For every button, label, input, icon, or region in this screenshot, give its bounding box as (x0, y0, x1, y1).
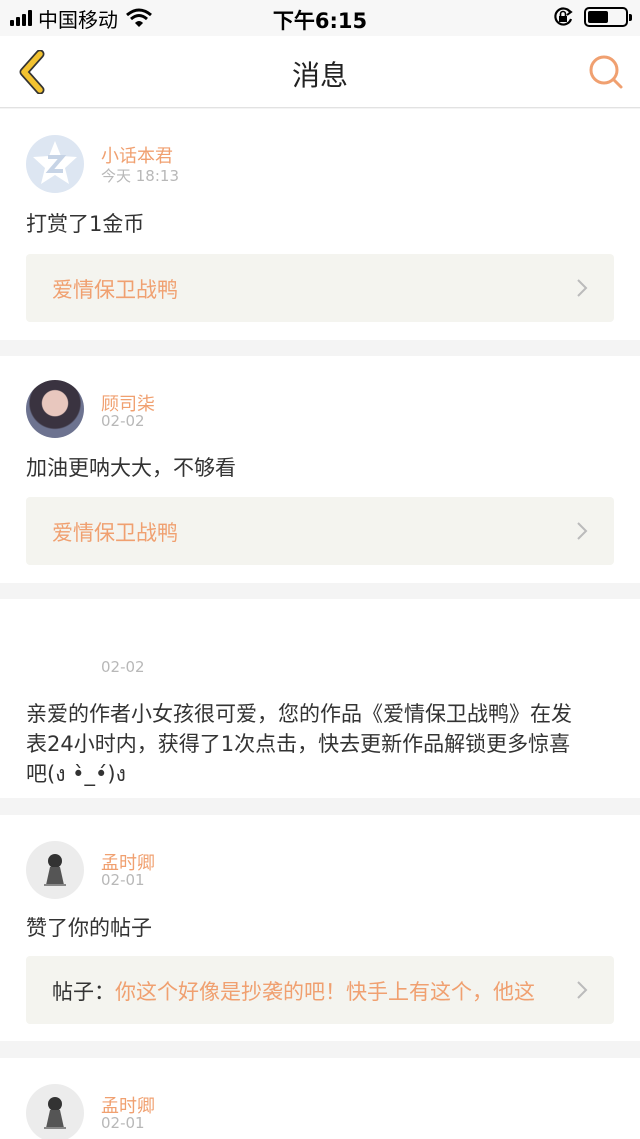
work-link[interactable]: 爱情保卫战鸭 (26, 254, 614, 322)
work-title: 爱情保卫战鸭 (52, 278, 178, 302)
message-time: 02-01 (101, 871, 145, 889)
message-time: 02-02 (101, 658, 145, 676)
page-title: 消息 (291, 59, 348, 92)
message-time: 02-01 (101, 1114, 145, 1132)
work-link[interactable]: 爱情保卫战鸭 (26, 497, 614, 565)
message-text: 加油更呐大大，不够看 (26, 456, 236, 480)
message-text: 赞了你的帖子 (26, 916, 152, 940)
status-time: 下午6:15 (272, 9, 368, 33)
battery-icon (584, 7, 632, 27)
girl-sketch-avatar[interactable] (26, 1084, 84, 1139)
qq-logo-avatar[interactable] (26, 135, 84, 193)
message-card: 02-02 亲爱的作者小女孩很可爱，您的作品《爱情保卫战鸭》在发 表24小时内，… (0, 599, 640, 798)
rotation-lock-icon (554, 7, 573, 26)
search-icon[interactable] (586, 52, 626, 92)
chevron-right-icon (577, 981, 588, 999)
message-text: 打赏了1金币 (26, 212, 145, 236)
message-time: 今天 18:13 (101, 167, 179, 185)
message-card: 孟时卿 02-01 赞了你的帖子 帖子：你这个好像是抄袭的吧！快手上有这个，他这 (0, 815, 640, 1041)
nav-bar: 消息 (0, 36, 640, 108)
message-card: 孟时卿 02-01 (0, 1058, 640, 1139)
message-text: 亲爱的作者小女孩很可爱，您的作品《爱情保卫战鸭》在发 表24小时内，获得了1次点… (26, 702, 572, 786)
chevron-right-icon (577, 279, 588, 297)
post-link[interactable]: 帖子：你这个好像是抄袭的吧！快手上有这个，他这 (26, 956, 614, 1024)
post-title: 你这个好像是抄袭的吧！快手上有这个，他这 (115, 980, 535, 1004)
chevron-right-icon (577, 522, 588, 540)
message-card: 小话本君 今天 18:13 打赏了1金币 爱情保卫战鸭 (0, 109, 640, 340)
status-bar: 中国移动 下午6:15 (0, 0, 640, 36)
post-prefix: 帖子： (52, 980, 115, 1004)
girl-portrait-avatar[interactable] (26, 380, 84, 438)
message-card: 顾司柒 02-02 加油更呐大大，不够看 爱情保卫战鸭 (0, 356, 640, 583)
girl-sketch-avatar[interactable] (26, 841, 84, 899)
work-title: 爱情保卫战鸭 (52, 521, 178, 545)
message-time: 02-02 (101, 412, 145, 430)
